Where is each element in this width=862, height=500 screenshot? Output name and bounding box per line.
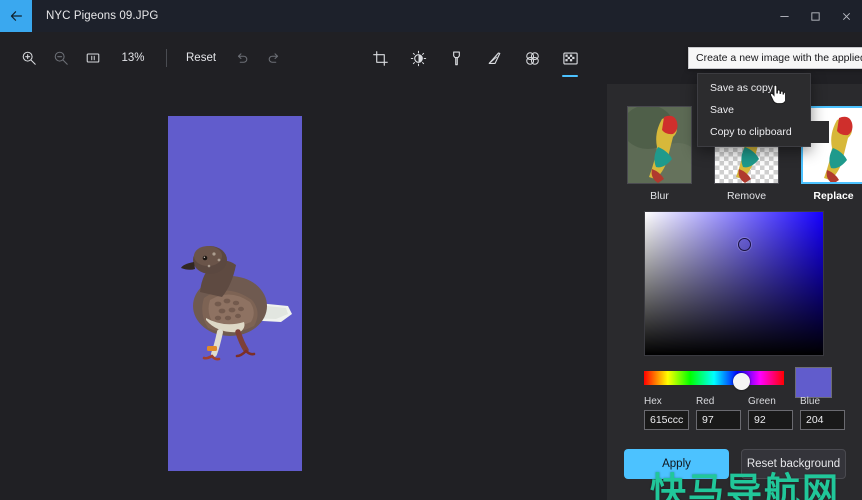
crop-tool-button[interactable] xyxy=(366,43,394,73)
reset-zoom-button[interactable]: Reset xyxy=(177,47,225,69)
eraser-icon xyxy=(488,51,500,64)
markup-tool-button[interactable] xyxy=(442,43,470,73)
hex-label: Hex xyxy=(644,396,662,407)
minimize-icon xyxy=(780,15,789,17)
close-button[interactable] xyxy=(831,0,862,32)
fit-to-window-button[interactable] xyxy=(78,43,108,73)
red-input[interactable] xyxy=(696,410,741,430)
save-options-menu: Save as copy Save Copy to clipboard xyxy=(697,73,829,147)
background-tool-button[interactable] xyxy=(556,43,584,73)
panel-actions: Apply Reset background xyxy=(624,449,846,479)
pigeon-photo xyxy=(168,116,302,471)
fit-to-window-icon xyxy=(86,53,100,63)
undo-button[interactable] xyxy=(227,43,257,73)
title-bar: NYC Pigeons 09.JPG xyxy=(0,0,862,32)
hue-slider-row xyxy=(644,367,846,398)
blur-preview-image xyxy=(628,107,691,183)
back-button[interactable] xyxy=(0,0,32,32)
selected-color-swatch xyxy=(795,367,832,398)
background-option-blur-label: Blur xyxy=(650,190,669,202)
blur-thumbnail xyxy=(627,106,692,184)
filters-tool-button[interactable] xyxy=(518,43,546,73)
zoom-in-button[interactable] xyxy=(14,43,44,73)
color-picker-cursor[interactable] xyxy=(738,238,751,251)
menu-item-copy-to-clipboard[interactable]: Copy to clipboard xyxy=(698,121,829,143)
background-option-replace-label: Replace xyxy=(813,190,854,202)
menu-item-save-as-copy[interactable]: Save as copy xyxy=(698,77,810,99)
green-field-group: Green xyxy=(748,396,793,430)
red-label: Red xyxy=(696,396,715,407)
hex-input[interactable] xyxy=(644,410,689,430)
zoom-out-icon xyxy=(54,51,68,65)
apply-button[interactable]: Apply xyxy=(624,449,729,479)
replace-preview-image xyxy=(803,108,862,182)
zoom-level-value: 13% xyxy=(121,52,145,64)
image-canvas-area[interactable] xyxy=(0,84,607,500)
filters-icon xyxy=(525,51,539,65)
toolbar-divider xyxy=(166,49,167,67)
window-title: NYC Pigeons 09.JPG xyxy=(46,10,159,22)
window-controls xyxy=(769,0,862,32)
maximize-icon xyxy=(811,11,820,21)
color-value-fields: Hex Red Green Blue xyxy=(644,396,845,430)
blue-field-group: Blue xyxy=(800,396,845,430)
crop-icon xyxy=(372,50,388,66)
zoom-controls: 13% Reset xyxy=(14,32,289,84)
minimize-button[interactable] xyxy=(769,0,800,32)
redo-button[interactable] xyxy=(259,43,289,73)
edit-tools xyxy=(366,32,584,84)
blue-label: Blue xyxy=(800,396,821,407)
zoom-out-button[interactable] xyxy=(46,43,76,73)
erase-tool-button[interactable] xyxy=(480,43,508,73)
green-input[interactable] xyxy=(748,410,793,430)
green-label: Green xyxy=(748,396,776,407)
back-arrow-icon xyxy=(10,10,22,21)
red-field-group: Red xyxy=(696,396,741,430)
hue-slider[interactable] xyxy=(644,371,784,390)
zoom-in-icon xyxy=(22,51,36,65)
menu-item-save[interactable]: Save xyxy=(698,99,810,121)
background-icon xyxy=(562,51,578,65)
maximize-button[interactable] xyxy=(800,0,831,32)
close-icon xyxy=(842,12,851,20)
edited-image[interactable] xyxy=(168,116,302,471)
hex-field-group: Hex xyxy=(644,396,689,430)
reset-background-button[interactable]: Reset background xyxy=(741,449,846,479)
brightness-icon xyxy=(410,50,426,66)
save-tooltip: Create a new image with the applied edit… xyxy=(688,47,862,69)
adjustment-tool-button[interactable] xyxy=(404,43,432,73)
marker-pen-icon xyxy=(452,51,460,65)
background-option-blur[interactable]: Blur xyxy=(627,106,692,202)
background-option-remove-label: Remove xyxy=(726,190,767,202)
redo-icon xyxy=(268,53,279,63)
saturation-value-picker[interactable] xyxy=(644,211,824,356)
image-editor-window: NYC Pigeons 09.JPG 13% Reset Blur Remove… xyxy=(0,0,862,500)
hue-slider-handle[interactable] xyxy=(733,373,750,390)
blue-input[interactable] xyxy=(800,410,845,430)
undo-icon xyxy=(237,53,248,63)
